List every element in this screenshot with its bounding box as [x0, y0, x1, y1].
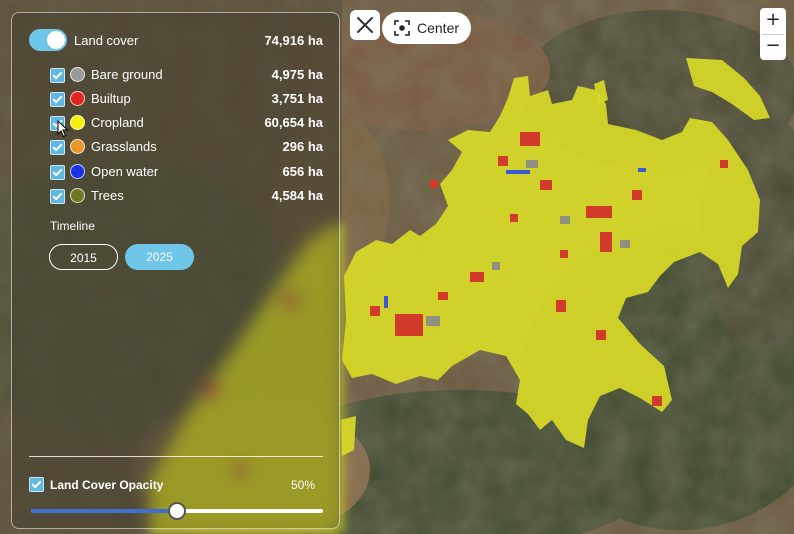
- class-row-grasslands[interactable]: Grasslands 296 ha: [50, 138, 323, 158]
- class-row-builtup[interactable]: Builtup 3,751 ha: [50, 90, 323, 110]
- class-value: 60,654 ha: [264, 115, 323, 130]
- slider-fill: [31, 509, 177, 513]
- divider: [29, 456, 323, 457]
- checkbox[interactable]: [50, 189, 65, 204]
- class-value: 3,751 ha: [271, 91, 323, 106]
- class-color-swatch: [70, 91, 85, 106]
- class-color-swatch: [70, 115, 85, 130]
- checkbox[interactable]: [50, 165, 65, 180]
- class-label: Open water: [91, 164, 159, 179]
- checkbox[interactable]: [50, 140, 65, 155]
- class-label: Cropland: [91, 115, 144, 130]
- class-row-trees[interactable]: Trees 4,584 ha: [50, 187, 323, 207]
- year-2025-button[interactable]: 2025: [125, 244, 194, 270]
- center-label: Center: [417, 20, 460, 36]
- class-color-swatch: [70, 139, 85, 154]
- class-label: Trees: [91, 188, 124, 203]
- zoom-out-button[interactable]: −: [760, 34, 786, 60]
- land-cover-total: 74,916 ha: [264, 33, 323, 48]
- mouse-cursor-icon: [57, 120, 69, 138]
- class-label: Bare ground: [91, 67, 163, 82]
- class-row-open-water[interactable]: Open water 656 ha: [50, 163, 323, 183]
- center-target-icon: [394, 20, 410, 36]
- class-value: 296 ha: [282, 139, 323, 154]
- class-value: 656 ha: [282, 164, 323, 179]
- checkbox[interactable]: [50, 68, 65, 83]
- class-row-cropland[interactable]: Cropland 60,654 ha: [50, 114, 323, 134]
- land-cover-toggle[interactable]: [29, 29, 67, 51]
- opacity-value: 50%: [290, 478, 315, 492]
- toggle-knob: [47, 31, 65, 49]
- land-cover-label: Land cover: [74, 33, 139, 48]
- opacity-slider[interactable]: [31, 502, 323, 520]
- slider-thumb[interactable]: [168, 502, 186, 520]
- class-label: Grasslands: [91, 139, 157, 154]
- opacity-checkbox[interactable]: [29, 477, 44, 492]
- timeline-label: Timeline: [50, 219, 95, 233]
- class-value: 4,975 ha: [271, 67, 323, 82]
- zoom-in-button[interactable]: +: [760, 8, 786, 34]
- class-row-bare-ground[interactable]: Bare ground 4,975 ha: [50, 66, 323, 86]
- close-icon: [357, 17, 373, 33]
- checkbox[interactable]: [50, 92, 65, 107]
- land-cover-panel: Land cover 74,916 ha Bare ground 4,975 h…: [11, 12, 340, 529]
- class-color-swatch: [70, 188, 85, 203]
- center-button[interactable]: Center: [382, 12, 471, 44]
- zoom-control: + −: [760, 8, 786, 60]
- class-color-swatch: [70, 67, 85, 82]
- class-value: 4,584 ha: [271, 188, 323, 203]
- class-label: Builtup: [91, 91, 131, 106]
- year-2015-button[interactable]: 2015: [49, 244, 118, 270]
- opacity-label: Land Cover Opacity: [50, 478, 164, 492]
- class-color-swatch: [70, 164, 85, 179]
- close-button[interactable]: [350, 10, 380, 40]
